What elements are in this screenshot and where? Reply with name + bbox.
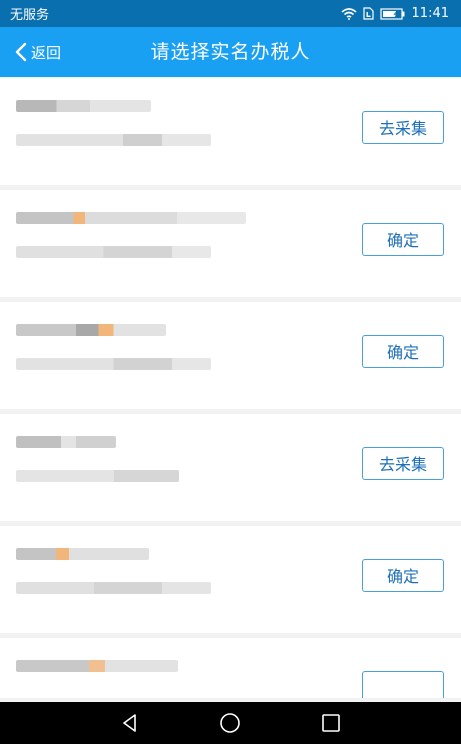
sim-icon: [362, 7, 374, 20]
redacted-id: [16, 246, 211, 258]
list-item: 去采集: [0, 78, 461, 185]
redacted-name: [16, 100, 151, 112]
redacted-name: [16, 660, 178, 672]
redacted-name: [16, 212, 246, 224]
recents-square-icon[interactable]: [321, 713, 341, 733]
status-bar: 无服务 11:41: [0, 0, 461, 27]
page-title: 请选择实名办税人: [150, 41, 311, 63]
home-circle-icon[interactable]: [219, 712, 241, 734]
back-triangle-icon[interactable]: [120, 713, 140, 733]
redacted-id: [16, 582, 211, 594]
redacted-id: [16, 470, 179, 482]
list-item: [0, 638, 461, 698]
collect-button[interactable]: 去采集: [362, 111, 444, 144]
redacted-id: [16, 358, 211, 370]
list-item: 确定: [0, 302, 461, 409]
battery-icon: [379, 7, 406, 20]
redacted-id: [16, 134, 211, 146]
wifi-icon: [341, 7, 357, 20]
back-chevron-icon: [14, 42, 28, 62]
carrier-text: 无服务: [10, 8, 50, 23]
redacted-name: [16, 548, 149, 560]
confirm-button[interactable]: 确定: [362, 335, 444, 368]
confirm-button[interactable]: [362, 671, 444, 698]
list-item: 确定: [0, 526, 461, 633]
status-icons: 11:41: [341, 6, 449, 21]
list-item: 去采集: [0, 414, 461, 521]
confirm-button[interactable]: 确定: [362, 559, 444, 592]
system-navigation-bar: [0, 702, 461, 744]
redacted-name: [16, 324, 166, 336]
back-button[interactable]: 返回: [14, 27, 61, 77]
redacted-name: [16, 436, 116, 448]
confirm-button[interactable]: 确定: [362, 223, 444, 256]
header-bar: 返回 请选择实名办税人: [0, 27, 461, 77]
taxpayer-list: 去采集 确定 确定 去采集 确定: [0, 78, 461, 703]
back-label: 返回: [31, 43, 62, 62]
list-item: 确定: [0, 190, 461, 297]
clock-text: 11:41: [411, 6, 449, 21]
collect-button[interactable]: 去采集: [362, 447, 444, 480]
